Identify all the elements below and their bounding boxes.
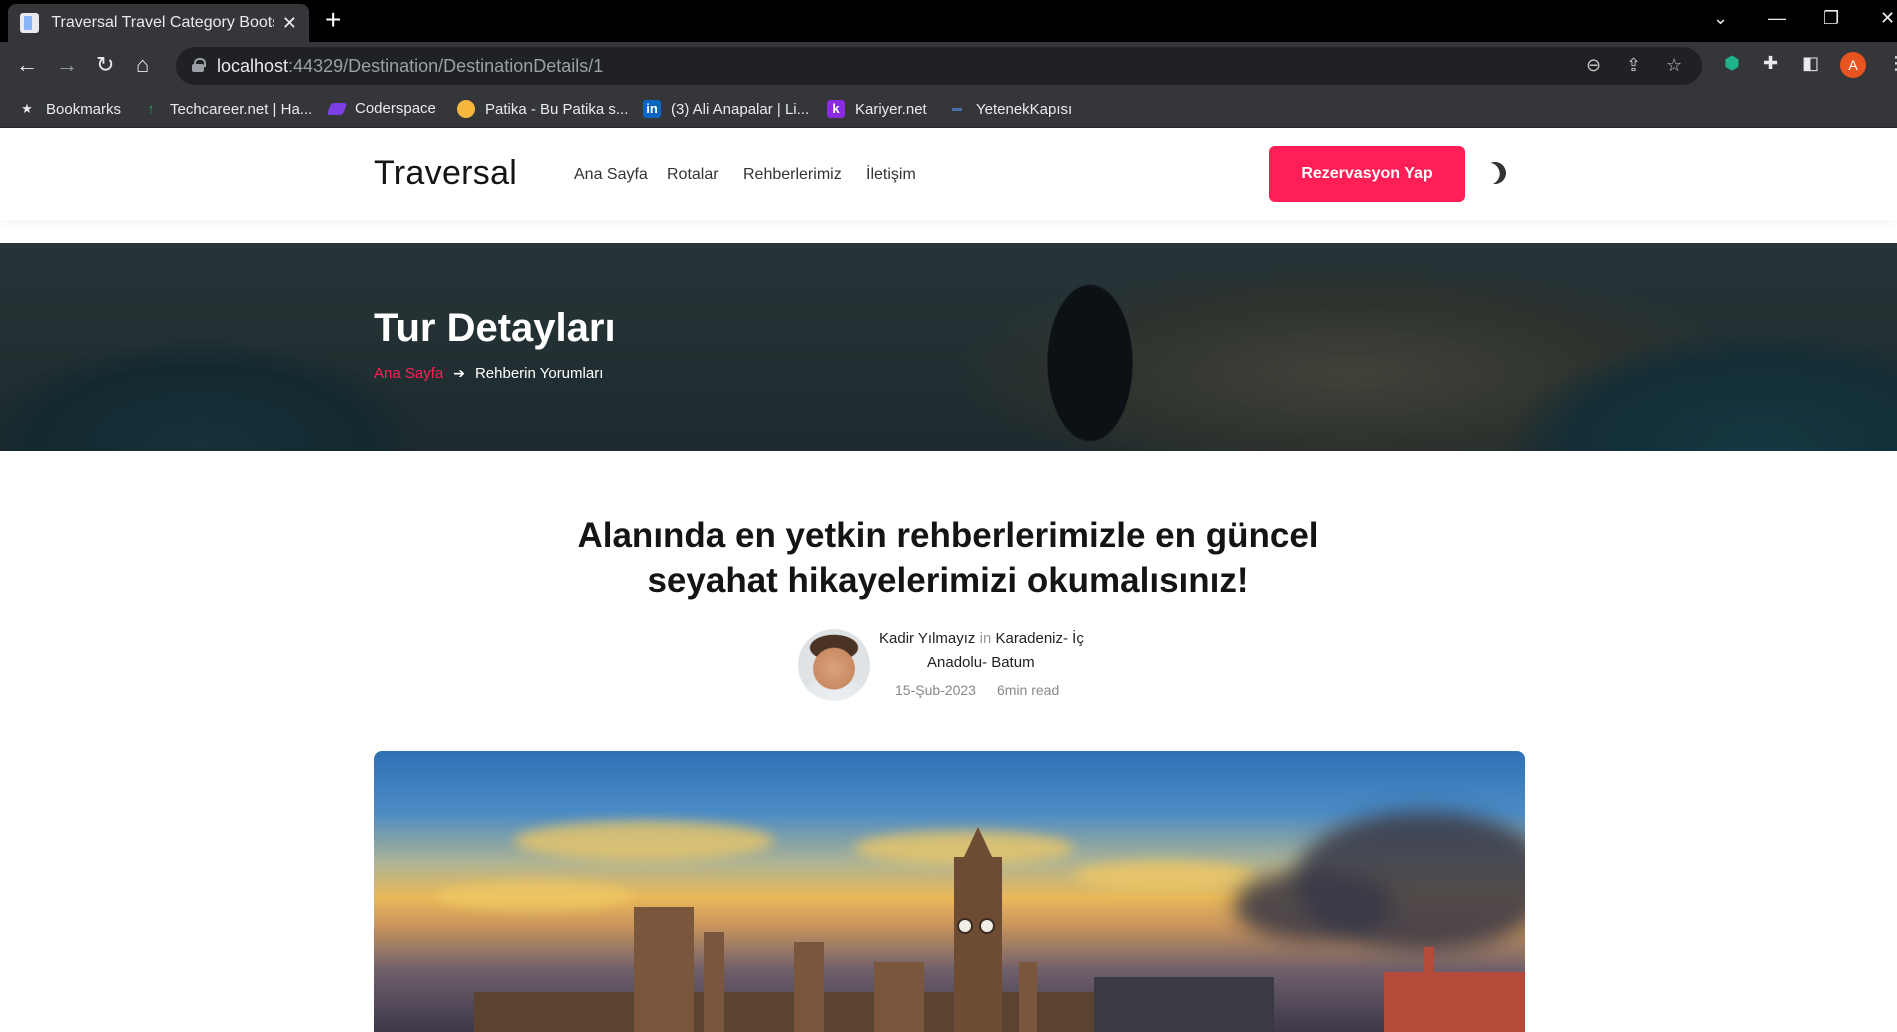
techcareer-icon: ↑ [147,101,155,116]
close-tab-icon[interactable]: ✕ [282,13,297,34]
bookmark-item[interactable]: in (3) Ali Anapalar | Li... [643,100,809,118]
nav-link-guides[interactable]: Rehberlerimiz [743,166,842,184]
bookmark-item[interactable]: Patika - Bu Patika s... [457,100,628,118]
bookmark-item[interactable]: ↑ Techcareer.net | Ha... [142,100,313,118]
shield-extension-icon[interactable]: ⬢ [1724,53,1740,74]
bookmark-star-icon[interactable]: ☆ [1666,55,1682,76]
author-avatar [798,629,870,701]
tab-title: Traversal Travel Category Bootstr [51,14,274,31]
hero-banner: Tur Detayları Ana Sayfa ➔ Rehberin Yorum… [0,243,1897,451]
forward-icon[interactable]: → [56,52,78,78]
nav-link-contact[interactable]: İletişim [866,166,916,184]
category-link[interactable]: Karadeniz- İç [995,630,1083,647]
nav-link-routes[interactable]: Rotalar [667,166,719,184]
reservation-button[interactable]: Rezervasyon Yap [1269,146,1465,202]
site-logo[interactable]: Traversal [374,154,517,193]
lock-icon[interactable] [192,58,206,72]
author-line: Kadir Yılmayız in Karadeniz- İç [879,630,1084,647]
url-text[interactable]: localhost:44329/Destination/DestinationD… [217,56,603,77]
menu-icon[interactable]: ⋮ [1887,53,1897,74]
page-title: Tur Detayları [374,306,616,350]
tab-search-icon[interactable]: ⌄ [1713,8,1728,29]
coderspace-icon [326,102,348,115]
site-header: Traversal Ana Sayfa Rotalar Rehberlerimi… [0,128,1897,220]
bookmarks-bar: ★ Bookmarks ↑ Techcareer.net | Ha... Coder… [0,90,1897,128]
yetenekkapisi-icon: ▬ [952,103,962,114]
feature-image [374,751,1525,1032]
address-bar[interactable]: localhost:44329/Destination/DestinationD… [176,47,1702,85]
author-name-link[interactable]: Kadir Yılmayız [879,630,975,647]
star-icon: ★ [21,101,33,116]
bookmark-item[interactable]: Coderspace [326,100,436,117]
dark-mode-toggle-icon[interactable] [1480,158,1509,187]
extensions-icon[interactable]: ✚ [1763,53,1778,74]
arrow-right-icon: ➔ [453,365,465,381]
share-icon[interactable]: ⇪ [1626,55,1641,76]
patika-icon [457,100,475,118]
category-continued[interactable]: Anadolu- Batum [927,654,1035,671]
bookmark-item[interactable]: ★ Bookmarks [18,100,121,118]
breadcrumb-home-link[interactable]: Ana Sayfa [374,365,443,382]
read-time: 6min read [997,682,1060,698]
address-toolbar: ← → ↻ ⌂ localhost:44329/Destination/Dest… [0,42,1897,90]
side-panel-icon[interactable]: ◧ [1802,53,1819,74]
close-window-icon[interactable]: ✕ [1880,8,1895,29]
browser-tab[interactable]: Traversal Travel Category Bootstr ✕ [8,4,309,42]
new-tab-icon[interactable]: + [325,6,341,34]
bookmark-item[interactable]: ▬ YetenekKapısı [948,100,1072,118]
back-icon[interactable]: ← [16,52,38,78]
zoom-icon[interactable]: ⊖ [1586,55,1601,76]
reload-icon[interactable]: ↻ [96,52,114,78]
breadcrumb: Ana Sayfa ➔ Rehberin Yorumları [374,365,603,382]
home-icon[interactable]: ⌂ [136,52,149,78]
kariyer-icon: k [827,100,845,118]
browser-tab-strip: Traversal Travel Category Bootstr ✕ + ⌄ … [0,0,1897,42]
profile-avatar[interactable]: A [1840,52,1866,78]
bookmark-item[interactable]: k Kariyer.net [827,100,927,118]
page-favicon-icon [20,13,40,33]
linkedin-icon: in [643,100,661,118]
post-date: 15-Şub-2023 [895,682,976,698]
nav-link-home[interactable]: Ana Sayfa [574,166,648,184]
breadcrumb-current: Rehberin Yorumları [474,365,604,382]
restore-icon[interactable]: ❐ [1823,8,1839,29]
article-headline: Alanında en yetkin rehberlerimizle en gü… [577,516,1319,600]
minimize-icon[interactable]: — [1768,8,1786,29]
